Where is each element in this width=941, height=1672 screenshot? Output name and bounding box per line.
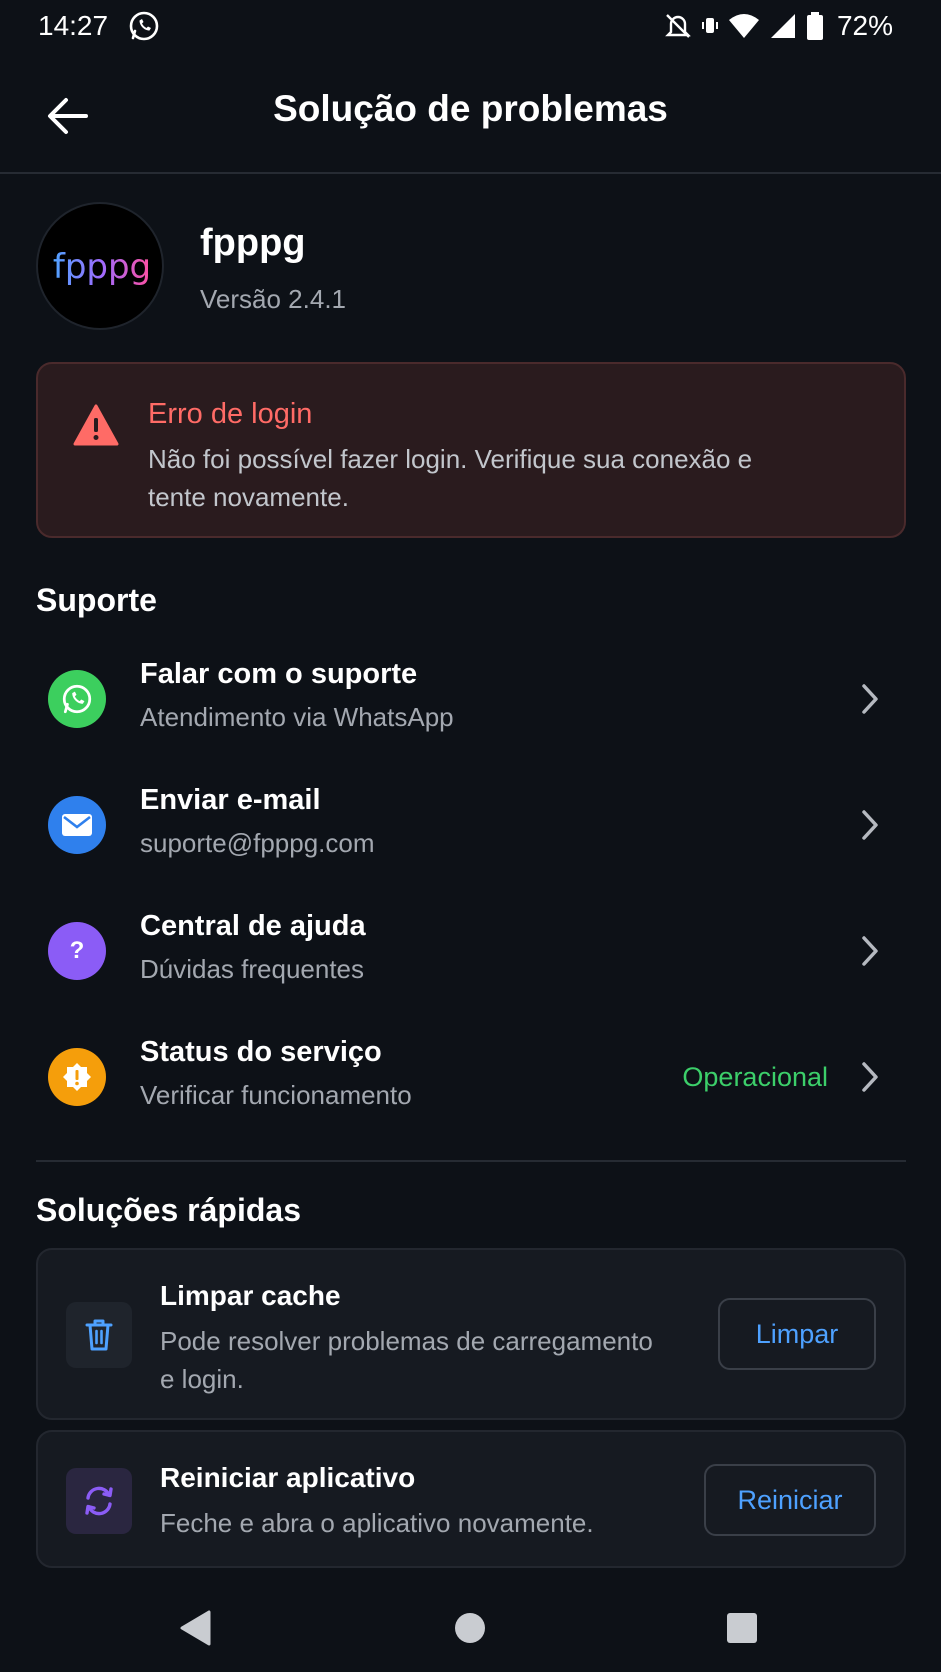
error-alert-card: Erro de login Não foi possível fazer log… bbox=[36, 362, 906, 538]
app-info: fpppg fpppg Versão 2.4.1 bbox=[36, 202, 906, 332]
error-message: Não foi possível fazer login. Verifique … bbox=[148, 444, 753, 512]
chevron-right-icon bbox=[862, 1062, 878, 1092]
wifi-icon bbox=[728, 14, 759, 38]
quick-solutions-title: Soluções rápidas bbox=[36, 1192, 301, 1228]
recents-square-icon bbox=[727, 1613, 757, 1643]
app-logo: fpppg bbox=[36, 202, 164, 330]
signal-icon bbox=[770, 14, 795, 38]
home-circle-icon bbox=[455, 1613, 485, 1643]
alarm-off-icon bbox=[665, 14, 691, 38]
nav-home-button[interactable] bbox=[440, 1598, 500, 1658]
support-item-label: Central de ajuda bbox=[140, 910, 366, 942]
support-section-title: Suporte bbox=[36, 582, 157, 618]
quick-card-clear-cache: Limpar cache Pode resolver problemas de … bbox=[36, 1248, 906, 1420]
whatsapp-icon bbox=[48, 670, 106, 728]
status-alert-icon bbox=[48, 1048, 106, 1106]
nav-back-button[interactable] bbox=[166, 1598, 226, 1658]
support-item-sublabel: suporte@fpppg.com bbox=[140, 828, 375, 858]
support-item-label: Status do serviço bbox=[140, 1036, 382, 1068]
whatsapp-icon bbox=[129, 11, 159, 41]
warning-icon bbox=[73, 404, 119, 446]
back-triangle-icon bbox=[180, 1610, 211, 1646]
section-divider bbox=[36, 1160, 906, 1162]
service-status-badge: Operacional bbox=[682, 1062, 828, 1092]
status-icons: 72% bbox=[663, 8, 893, 44]
nav-recents-button[interactable] bbox=[712, 1598, 772, 1658]
support-item-service-status[interactable]: Status do serviço Verificar funcionament… bbox=[36, 1022, 906, 1132]
quick-card-description: Pode resolver problemas de carregamento … bbox=[160, 1326, 653, 1394]
mail-icon bbox=[48, 796, 106, 854]
help-icon: ? bbox=[48, 922, 106, 980]
app-name: fpppg bbox=[200, 222, 306, 264]
app-version: Versão 2.4.1 bbox=[200, 284, 346, 314]
vibrate-icon bbox=[701, 18, 718, 33]
system-nav-bar bbox=[0, 1578, 941, 1672]
quick-card-title: Reiniciar aplicativo bbox=[160, 1462, 416, 1493]
support-item-whatsapp[interactable]: Falar com o suporte Atendimento via What… bbox=[36, 644, 906, 754]
status-time: 14:27 bbox=[38, 10, 109, 41]
top-app-bar: Solução de problemas bbox=[0, 62, 941, 174]
refresh-icon bbox=[66, 1468, 132, 1534]
quick-card-restart-app: Reiniciar aplicativo Feche e abra o apli… bbox=[36, 1430, 906, 1568]
support-item-email[interactable]: Enviar e-mail suporte@fpppg.com bbox=[36, 770, 906, 880]
support-item-label: Enviar e-mail bbox=[140, 784, 321, 816]
battery-icon bbox=[806, 12, 823, 40]
chevron-right-icon bbox=[862, 936, 878, 966]
error-title: Erro de login bbox=[148, 398, 313, 430]
status-bar: 14:27 72% bbox=[0, 0, 941, 56]
chevron-right-icon bbox=[862, 684, 878, 714]
trash-icon bbox=[66, 1302, 132, 1368]
support-item-sublabel: Atendimento via WhatsApp bbox=[140, 702, 454, 732]
chevron-right-icon bbox=[862, 810, 878, 840]
clear-cache-button[interactable]: Limpar bbox=[718, 1298, 876, 1370]
battery-percent: 72% bbox=[836, 10, 893, 41]
app-logo-text: fpppg bbox=[53, 247, 151, 287]
support-item-sublabel: Verificar funcionamento bbox=[140, 1080, 412, 1110]
restart-app-button[interactable]: Reiniciar bbox=[704, 1464, 876, 1536]
quick-card-description: Feche e abra o aplicativo novamente. bbox=[160, 1508, 594, 1538]
quick-card-title: Limpar cache bbox=[160, 1280, 341, 1311]
support-item-label: Falar com o suporte bbox=[140, 658, 418, 690]
support-item-help-center[interactable]: ? Central de ajuda Dúvidas frequentes bbox=[36, 896, 906, 1006]
page-title: Solução de problemas bbox=[273, 88, 668, 129]
support-item-sublabel: Dúvidas frequentes bbox=[140, 954, 365, 984]
